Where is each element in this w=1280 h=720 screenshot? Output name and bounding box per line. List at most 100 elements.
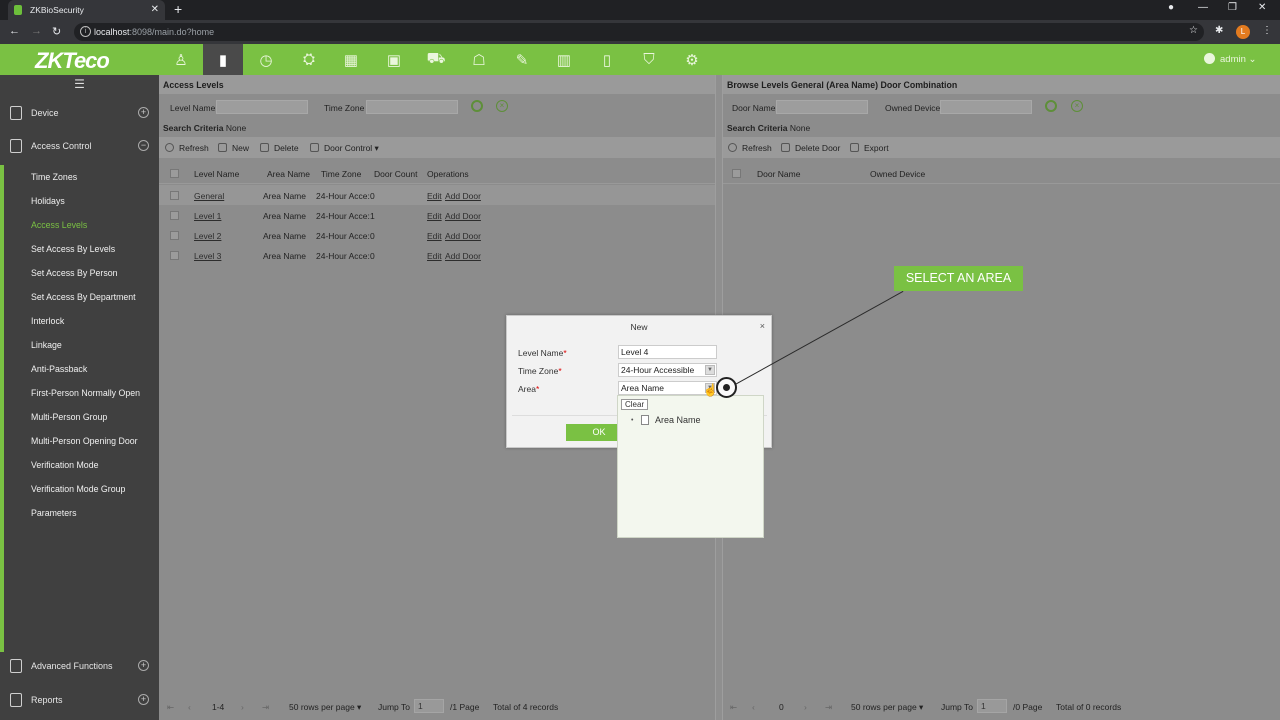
visitor-icon[interactable]: ▦ [331, 44, 371, 75]
browser-tab[interactable]: ZKBioSecurity ✕ [8, 0, 165, 20]
sidebar-item-set-access-by-levels[interactable]: Set Access By Levels [0, 237, 159, 261]
area-tree-node[interactable]: • Area Name [631, 415, 701, 425]
search-icon[interactable] [471, 100, 483, 112]
prev-page-icon[interactable]: ‹ [188, 702, 191, 712]
add-door-link[interactable]: Add Door [445, 191, 481, 201]
elevator-icon[interactable]: ⛭ [289, 44, 329, 75]
gear-icon[interactable]: ⚙ [672, 44, 712, 75]
time-zone-select[interactable]: 24-Hour Accessible ▼ [618, 363, 717, 377]
patrol-icon[interactable]: ☖ [459, 44, 499, 75]
table-row[interactable]: General Area Name 24-Hour Acce: 0 Edit A… [159, 185, 715, 205]
sidebar-group-device[interactable]: Device + [0, 98, 159, 128]
first-page-icon[interactable]: ⇤ [730, 702, 737, 713]
first-page-icon[interactable]: ⇤ [167, 702, 174, 713]
media-icon[interactable]: ● [1168, 2, 1174, 13]
back-icon[interactable]: ← [9, 25, 20, 37]
edit-link[interactable]: Edit [427, 231, 442, 241]
select-all-checkbox[interactable] [170, 169, 179, 178]
row-checkbox[interactable] [170, 211, 179, 220]
jump-to-input[interactable]: 1 [414, 699, 444, 713]
col-level-name[interactable]: Level Name [194, 169, 239, 179]
level-name-field[interactable]: Level 4 [618, 345, 717, 359]
reload-icon[interactable]: ↻ [52, 25, 61, 38]
add-door-link[interactable]: Add Door [445, 231, 481, 241]
sidebar-item-interlock[interactable]: Interlock [0, 309, 159, 333]
level-name-link[interactable]: Level 3 [194, 251, 221, 261]
export-button[interactable]: Export [850, 143, 889, 153]
select-all-checkbox[interactable] [732, 169, 741, 178]
sidebar-item-anti-passback[interactable]: Anti-Passback [0, 357, 159, 381]
level-name-link[interactable]: General [194, 191, 224, 201]
browser-menu-icon[interactable]: ⋮ [1262, 25, 1272, 36]
menu-collapse-icon[interactable]: ☰ [0, 75, 159, 95]
table-row[interactable]: Level 1 Area Name 24-Hour Acce: 1 Edit A… [159, 205, 715, 225]
clear-button[interactable]: Clear [621, 399, 649, 410]
sidebar-item-verification-mode-group[interactable]: Verification Mode Group [0, 477, 159, 501]
sidebar-item-linkage[interactable]: Linkage [0, 333, 159, 357]
level-name-input[interactable] [216, 100, 308, 114]
collapse-icon[interactable]: − [138, 140, 149, 151]
next-page-icon[interactable]: › [804, 702, 807, 712]
sidebar-item-holidays[interactable]: Holidays [0, 189, 159, 213]
minimize-icon[interactable]: — [1198, 2, 1208, 13]
col-owned-device[interactable]: Owned Device [870, 169, 925, 179]
table-row[interactable]: Level 2 Area Name 24-Hour Acce: 0 Edit A… [159, 225, 715, 245]
time-zone-input[interactable] [366, 100, 458, 114]
col-door-name[interactable]: Door Name [757, 169, 800, 179]
car-icon[interactable]: ⛟ [416, 44, 456, 75]
dialog-close-icon[interactable]: × [760, 321, 765, 331]
edit-link[interactable]: Edit [427, 211, 442, 221]
sidebar-item-multi-person-group[interactable]: Multi-Person Group [0, 405, 159, 429]
sidebar-group-advanced-functions[interactable]: Advanced Functions + [0, 651, 159, 681]
clear-filter-icon[interactable]: × [1071, 100, 1083, 112]
user-menu[interactable]: admin ⌄ [1204, 53, 1256, 65]
sidebar-item-parameters[interactable]: Parameters [0, 501, 159, 525]
search-icon[interactable] [1045, 100, 1057, 112]
level-name-link[interactable]: Level 1 [194, 211, 221, 221]
edit-link[interactable]: Edit [427, 251, 442, 261]
new-button[interactable]: New [218, 143, 249, 153]
door-name-input[interactable] [776, 100, 868, 114]
rows-per-page-select[interactable]: 50 rows per page ▾ [289, 702, 361, 713]
next-page-icon[interactable]: › [241, 702, 244, 712]
last-page-icon[interactable]: ⇥ [262, 702, 269, 713]
consumption-icon[interactable]: ▯ [587, 44, 627, 75]
jump-to-input[interactable]: 1 [977, 699, 1007, 713]
door-icon[interactable]: ▮ [203, 44, 243, 75]
person-icon[interactable]: ♙ [161, 44, 201, 75]
add-door-link[interactable]: Add Door [445, 251, 481, 261]
prev-page-icon[interactable]: ‹ [752, 702, 755, 712]
row-checkbox[interactable] [170, 251, 179, 260]
table-row[interactable]: Level 3 Area Name 24-Hour Acce: 0 Edit A… [159, 245, 715, 265]
edit-link[interactable]: Edit [427, 191, 442, 201]
new-tab-icon[interactable]: + [174, 1, 182, 17]
tab-close-icon[interactable]: ✕ [151, 4, 159, 15]
sidebar-item-time-zones[interactable]: Time Zones [0, 165, 159, 189]
expand-icon[interactable]: + [138, 694, 149, 705]
delete-button[interactable]: Delete [260, 143, 299, 153]
sidebar-item-first-person-normally-open[interactable]: First-Person Normally Open [0, 381, 159, 405]
url-field[interactable]: i localhost:8098/main.do?home [74, 23, 1204, 41]
chevron-down-icon[interactable]: ▼ [705, 365, 715, 375]
expand-icon[interactable]: + [138, 107, 149, 118]
clock-icon[interactable]: ◷ [246, 44, 286, 75]
profile-avatar[interactable]: L [1236, 25, 1250, 39]
rows-per-page-select[interactable]: 50 rows per page ▾ [851, 702, 923, 713]
shield-icon[interactable]: ⛉ [629, 44, 669, 75]
col-area-name[interactable]: Area Name [267, 169, 310, 179]
door-control-button[interactable]: Door Control ▾ [310, 143, 379, 154]
extensions-icon[interactable]: ✱ [1215, 25, 1223, 36]
last-page-icon[interactable]: ⇥ [825, 702, 832, 713]
row-checkbox[interactable] [170, 191, 179, 200]
bookmark-star-icon[interactable]: ☆ [1189, 25, 1198, 36]
clear-filter-icon[interactable]: × [496, 100, 508, 112]
sidebar-item-multi-person-opening-door[interactable]: Multi-Person Opening Door [0, 429, 159, 453]
sidebar-item-set-access-by-department[interactable]: Set Access By Department [0, 285, 159, 309]
building-icon[interactable]: ▥ [544, 44, 584, 75]
delete-door-button[interactable]: Delete Door [781, 143, 840, 153]
row-checkbox[interactable] [170, 231, 179, 240]
sidebar-group-access-control[interactable]: Access Control − [0, 131, 159, 161]
parking-icon[interactable]: ▣ [374, 44, 414, 75]
add-door-link[interactable]: Add Door [445, 211, 481, 221]
sidebar-item-verification-mode[interactable]: Verification Mode [0, 453, 159, 477]
